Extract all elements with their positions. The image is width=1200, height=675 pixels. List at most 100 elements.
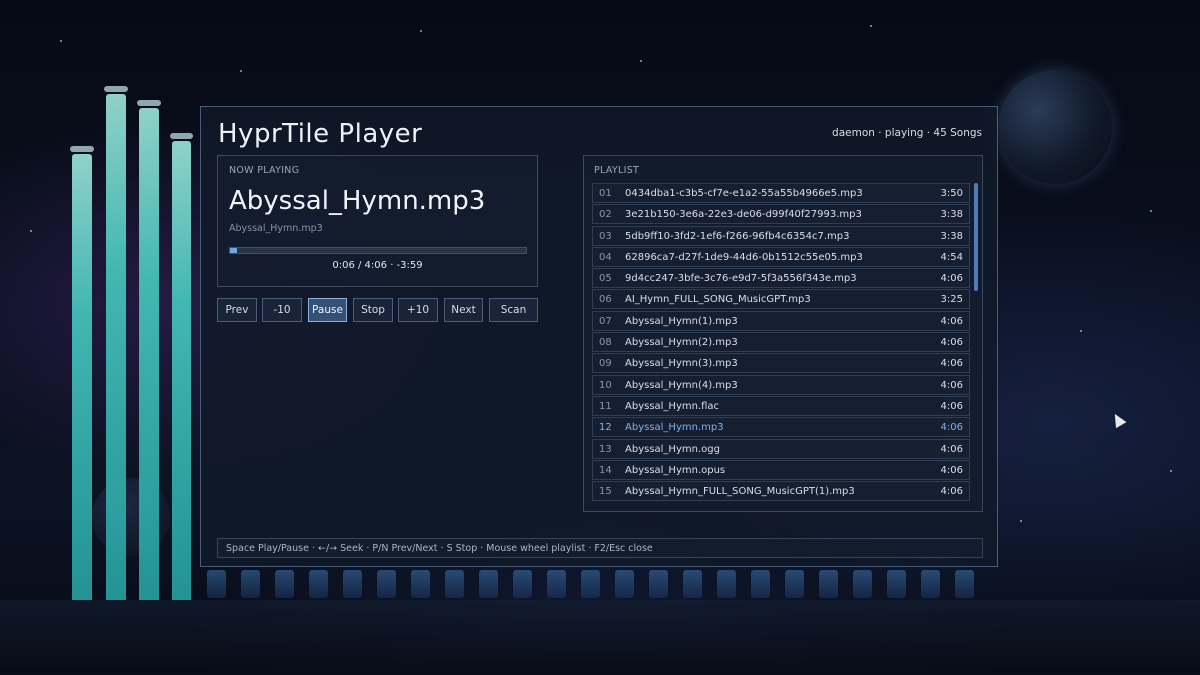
playlist-row-duration: 4:06: [940, 337, 963, 349]
now-playing-panel: NOW PLAYING Abyssal_Hymn.mp3 Abyssal_Hym…: [217, 155, 538, 287]
visualizer-bar: [343, 570, 362, 598]
playlist-row[interactable]: 03 5db9ff10-3fd2-1ef6-f266-96fb4c6354c7.m…: [592, 225, 970, 246]
visualizer-peak-cap: [70, 146, 94, 152]
visualizer-bar: [717, 570, 736, 598]
seek-bar-fill: [230, 248, 238, 253]
rewind-10-button[interactable]: -10: [262, 298, 302, 322]
playlist-row-title: Abyssal_Hymn_FULL_SONG_MusicGPT(1).mp3: [625, 486, 855, 498]
visualizer-bar: [683, 570, 702, 598]
playlist-row-number: 07: [599, 315, 612, 327]
pause-button[interactable]: Pause: [308, 298, 347, 322]
visualizer-bar: [445, 570, 464, 598]
playlist-row-number: 03: [599, 230, 612, 242]
playlist-row-number: 06: [599, 294, 612, 306]
playlist-row[interactable]: 06 AI_Hymn_FULL_SONG_MusicGPT.mp3 3:25: [592, 289, 970, 310]
prev-button[interactable]: Prev: [217, 298, 257, 322]
visualizer-bar: [615, 570, 634, 598]
playlist-row-duration: 3:25: [940, 294, 963, 306]
floor-reflection: [0, 600, 1200, 675]
playlist-row-number: 11: [599, 400, 612, 412]
now-playing-label: NOW PLAYING: [229, 165, 300, 176]
playlist-row-number: 01: [599, 188, 612, 199]
playlist-row-duration: 4:06: [940, 315, 963, 327]
playlist-row[interactable]: 05 9d4cc247-3bfe-3c76-e9d7-5f3a556f343e.m…: [592, 268, 970, 289]
visualizer-peak-cap: [137, 100, 161, 106]
visualizer-peak-cap: [170, 133, 193, 139]
playlist-row[interactable]: 02 3e21b150-3e6a-22e3-de06-d99f40f27993.m…: [592, 204, 970, 225]
playlist-row[interactable]: 07 Abyssal_Hymn(1).mp3 4:06: [592, 310, 970, 331]
playlist-row-duration: 4:06: [940, 422, 963, 434]
playlist-row-title: Abyssal_Hymn.mp3: [625, 422, 724, 434]
visualizer-bar: [581, 570, 600, 598]
playlist-row[interactable]: 13 Abyssal_Hymn.ogg 4:06: [592, 438, 970, 459]
playlist-row[interactable]: 14 Abyssal_Hymn.opus 4:06: [592, 459, 970, 480]
visualizer-bar: [106, 94, 126, 600]
app-title: HyprTile Player: [218, 119, 423, 149]
next-button[interactable]: Next: [444, 298, 483, 322]
track-subtitle: Abyssal_Hymn.mp3: [229, 223, 323, 234]
playlist-row[interactable]: 01 0434dba1-c3b5-cf7e-e1a2-55a55b4966e5.m…: [592, 183, 970, 203]
playlist-row-duration: 3:38: [940, 230, 963, 242]
playlist-row-duration: 4:54: [940, 251, 963, 263]
playlist-row-number: 09: [599, 358, 612, 370]
visualizer-bar: [241, 570, 260, 598]
playlist-row[interactable]: 10 Abyssal_Hymn(4).mp3 4:06: [592, 374, 970, 395]
playlist-panel: PLAYLIST 01 0434dba1-c3b5-cf7e-e1a2-55a55…: [583, 155, 983, 512]
player-window: HyprTile Player daemon · playing · 45 So…: [200, 106, 998, 567]
playlist-row-title: Abyssal_Hymn.flac: [625, 400, 720, 412]
playlist-row-duration: 3:50: [940, 188, 963, 199]
playlist-row-title: Abyssal_Hymn(2).mp3: [625, 337, 738, 349]
playlist-row-title: 9d4cc247-3bfe-3c76-e9d7-5f3a556f343e.mp3: [625, 273, 857, 285]
playlist-row-duration: 4:06: [940, 400, 963, 412]
visualizer-bar: [785, 570, 804, 598]
playlist-row-number: 04: [599, 251, 612, 263]
forward-10-button[interactable]: +10: [398, 298, 438, 322]
playlist-row-title: Abyssal_Hymn(4).mp3: [625, 379, 738, 391]
playlist-row-number: 02: [599, 209, 612, 221]
playlist-scrollbar[interactable]: [974, 183, 978, 291]
playlist-row-number: 10: [599, 379, 612, 391]
visualizer-bar: [139, 108, 159, 600]
visualizer-bar: [207, 570, 226, 598]
playlist-row-number: 05: [599, 273, 612, 285]
playback-time: 0:06 / 4:06 · -3:59: [332, 260, 423, 271]
keyboard-hints: Space Play/Pause · ←/→ Seek · P/N Prev/N…: [217, 538, 983, 558]
playlist-row[interactable]: 12 Abyssal_Hymn.mp3 4:06: [592, 417, 970, 438]
playlist-row-number: 12: [599, 422, 612, 434]
visualizer-bar: [853, 570, 872, 598]
playlist-row-title: 0434dba1-c3b5-cf7e-e1a2-55a55b4966e5.mp3: [625, 188, 863, 199]
playlist-row-title: Abyssal_Hymn.opus: [625, 464, 726, 476]
visualizer-bar: [275, 570, 294, 598]
stop-button[interactable]: Stop: [353, 298, 393, 322]
playlist-row-title: Abyssal_Hymn.ogg: [625, 443, 720, 455]
visualizer-bar: [479, 570, 498, 598]
visualizer-bar: [547, 570, 566, 598]
playlist-row-title: 5db9ff10-3fd2-1ef6-f266-96fb4c6354c7.mp3: [625, 230, 850, 242]
visualizer-bar: [172, 141, 191, 600]
playlist-list[interactable]: 01 0434dba1-c3b5-cf7e-e1a2-55a55b4966e5.m…: [592, 183, 970, 502]
playlist-row-duration: 3:38: [940, 209, 963, 221]
playlist-row-title: 3e21b150-3e6a-22e3-de06-d99f40f27993.mp3: [625, 209, 862, 221]
track-title: Abyssal_Hymn.mp3: [229, 186, 486, 216]
playlist-row[interactable]: 09 Abyssal_Hymn(3).mp3 4:06: [592, 353, 970, 374]
visualizer-bar: [649, 570, 668, 598]
playlist-row-duration: 4:06: [940, 358, 963, 370]
playlist-row-title: 62896ca7-d27f-1de9-44d6-0b1512c55e05.mp3: [625, 251, 863, 263]
playlist-row[interactable]: 11 Abyssal_Hymn.flac 4:06: [592, 395, 970, 416]
playlist-row[interactable]: 08 Abyssal_Hymn(2).mp3 4:06: [592, 332, 970, 353]
visualizer-bar: [819, 570, 838, 598]
playlist-row-number: 08: [599, 337, 612, 349]
visualizer-bar: [887, 570, 906, 598]
daemon-status: daemon · playing · 45 Songs: [832, 127, 982, 139]
playlist-row[interactable]: 15 Abyssal_Hymn_FULL_SONG_MusicGPT(1).mp3…: [592, 481, 970, 502]
seek-bar[interactable]: [229, 247, 527, 254]
playlist-row-title: AI_Hymn_FULL_SONG_MusicGPT.mp3: [625, 294, 811, 306]
playlist-row-duration: 4:06: [940, 486, 963, 498]
visualizer-bar: [377, 570, 396, 598]
playlist-row[interactable]: 04 62896ca7-d27f-1de9-44d6-0b1512c55e05.m…: [592, 246, 970, 267]
visualizer-peak-cap: [104, 86, 128, 92]
scan-button[interactable]: Scan: [489, 298, 538, 322]
playlist-row-duration: 4:06: [940, 443, 963, 455]
mouse-cursor-icon: [1109, 410, 1127, 429]
playlist-row-number: 14: [599, 464, 612, 476]
